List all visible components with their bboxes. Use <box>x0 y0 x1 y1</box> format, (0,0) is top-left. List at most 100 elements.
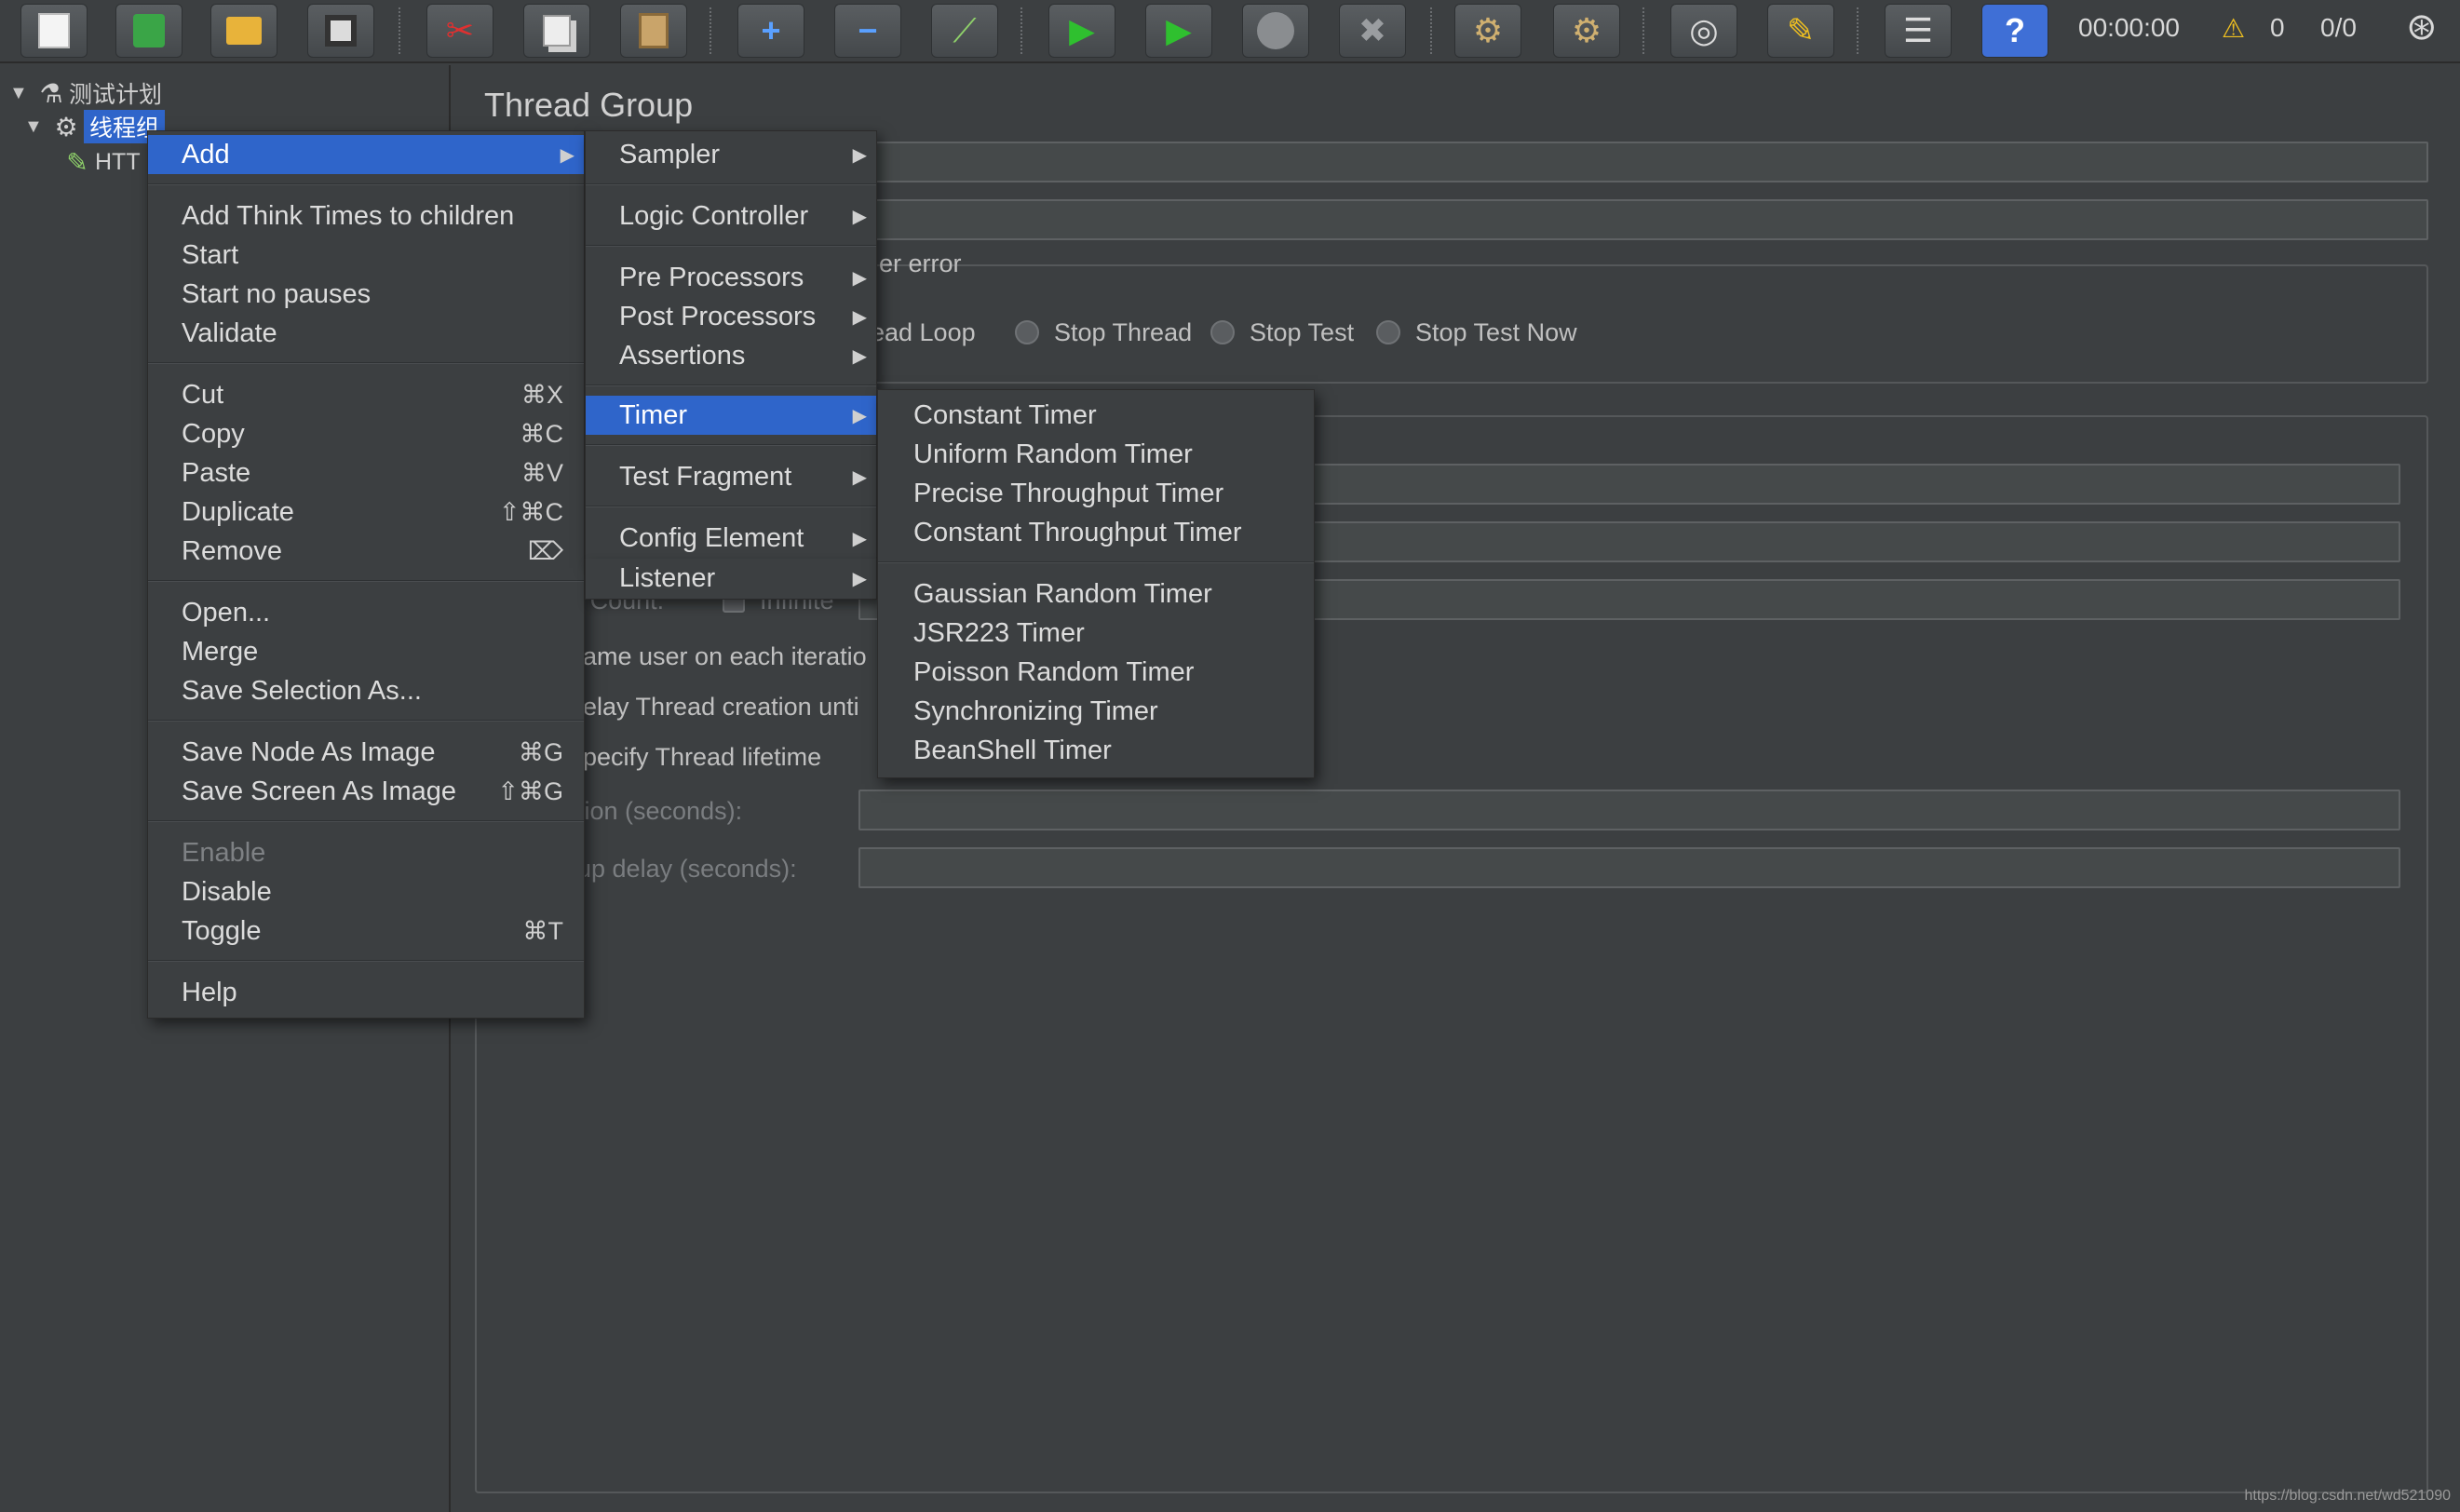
menu-item-timer[interactable]: Timer ▶ <box>586 396 876 435</box>
expand-icon[interactable]: + <box>737 4 804 58</box>
menu-item-add[interactable]: Add ▶ <box>148 135 584 174</box>
menu-item-save-node-image[interactable]: Save Node As Image ⌘G <box>148 733 584 772</box>
save-icon[interactable] <box>307 4 374 58</box>
toggle-icon[interactable]: ⟋ <box>931 4 998 58</box>
menu-item-config-element[interactable]: Config Element ▶ <box>586 519 876 558</box>
menu-item-label: Gaussian Random Timer <box>913 578 1212 609</box>
cut-icon[interactable]: ✂ <box>426 4 493 58</box>
menu-item-open[interactable]: Open... <box>148 593 584 632</box>
menu-item-uniform-random-timer[interactable]: Uniform Random Timer <box>878 435 1314 474</box>
clear-all-icon[interactable]: ⚙ <box>1553 4 1620 58</box>
menu-item-start-no-pauses[interactable]: Start no pauses <box>148 275 584 314</box>
warning-icon: ⚠ <box>2222 14 2246 43</box>
radio-stop-test[interactable] <box>1210 320 1235 344</box>
menu-item-constant-throughput-timer[interactable]: Constant Throughput Timer <box>878 513 1314 552</box>
tree-node-http-sampler[interactable]: ✎ HTT <box>60 145 140 179</box>
specify-lifetime-label: pecify Thread lifetime <box>583 743 822 771</box>
shortcut-label: ⇧⌘G <box>497 776 563 805</box>
menu-item-poisson-random-timer[interactable]: Poisson Random Timer <box>878 653 1314 692</box>
expand-toggle-icon[interactable]: ▼ <box>24 116 48 138</box>
menu-item-toggle[interactable]: Toggle ⌘T <box>148 911 584 951</box>
search-icon[interactable]: ◎ <box>1670 4 1737 58</box>
menu-item-gaussian-random-timer[interactable]: Gaussian Random Timer <box>878 574 1314 614</box>
stop-icon[interactable] <box>1242 4 1309 58</box>
error-count: 0 <box>2270 13 2285 42</box>
menu-separator <box>148 720 584 722</box>
menu-item-logic-controller[interactable]: Logic Controller ▶ <box>586 196 876 236</box>
help-icon[interactable]: ? <box>1981 4 2048 58</box>
startup-delay-field[interactable] <box>858 847 2400 888</box>
same-user-label: ame user on each iteratio <box>583 642 867 670</box>
shortcut-label: ⌘X <box>520 380 563 409</box>
reset-search-icon[interactable]: ✎ <box>1767 4 1834 58</box>
radio-stop-thread[interactable] <box>1015 320 1039 344</box>
test-plan-icon: ⚗ <box>39 78 63 108</box>
shortcut-label: ⇧⌘C <box>498 497 563 526</box>
startup-delay-label: up delay (seconds): <box>577 855 797 883</box>
menu-item-label: Cut <box>182 379 224 410</box>
menu-item-merge[interactable]: Merge <box>148 632 584 671</box>
menu-separator <box>586 183 876 185</box>
menu-item-paste[interactable]: Paste ⌘V <box>148 453 584 493</box>
submenu-arrow-icon: ▶ <box>852 306 867 328</box>
menu-separator <box>586 444 876 446</box>
shortcut-label: ⌘V <box>520 458 563 487</box>
submenu-arrow-icon: ▶ <box>852 267 867 289</box>
menu-item-disable[interactable]: Disable <box>148 872 584 911</box>
menu-item-help[interactable]: Help <box>148 973 584 1012</box>
menu-item-save-selection[interactable]: Save Selection As... <box>148 671 584 710</box>
clear-icon[interactable]: ⚙ <box>1454 4 1521 58</box>
copy-icon[interactable] <box>523 4 590 58</box>
collapse-icon[interactable]: − <box>834 4 901 58</box>
error-action-legend: er error <box>879 250 962 277</box>
tree-node-thread-group[interactable]: ▼ ⚙ 线程组 <box>24 110 166 143</box>
duration-field[interactable] <box>858 790 2400 830</box>
menu-item-label: Uniform Random Timer <box>913 439 1193 469</box>
templates-icon[interactable] <box>115 4 182 58</box>
menu-item-jsr223-timer[interactable]: JSR223 Timer <box>878 614 1314 653</box>
menu-item-listener[interactable]: Listener ▶ <box>586 559 876 598</box>
thread-group-gear-icon: ⚙ <box>54 112 78 142</box>
expand-toggle-icon[interactable]: ▼ <box>9 83 34 104</box>
submenu-arrow-icon: ▶ <box>852 206 867 227</box>
timer-submenu: Constant Timer Uniform Random Timer Prec… <box>877 389 1315 778</box>
menu-item-remove[interactable]: Remove ⌦ <box>148 532 584 571</box>
submenu-arrow-icon: ▶ <box>852 466 867 488</box>
menu-item-assertions[interactable]: Assertions ▶ <box>586 336 876 375</box>
menu-item-pre-processors[interactable]: Pre Processors ▶ <box>586 258 876 297</box>
start-icon[interactable]: ▶ <box>1048 4 1115 58</box>
menu-item-label: Test Fragment <box>619 461 792 492</box>
menu-item-label: Add Think Times to children <box>182 200 515 231</box>
menu-item-copy[interactable]: Copy ⌘C <box>148 414 584 453</box>
menu-item-precise-throughput-timer[interactable]: Precise Throughput Timer <box>878 474 1314 513</box>
paste-icon[interactable] <box>620 4 687 58</box>
menu-item-add-think-times[interactable]: Add Think Times to children <box>148 196 584 236</box>
menu-item-duplicate[interactable]: Duplicate ⇧⌘C <box>148 493 584 532</box>
submenu-arrow-icon: ▶ <box>560 144 574 166</box>
menu-item-start[interactable]: Start <box>148 236 584 275</box>
menu-item-sampler[interactable]: Sampler ▶ <box>586 135 876 174</box>
name-field[interactable] <box>868 142 2428 182</box>
toolbar-separator <box>1642 7 1644 54</box>
menu-item-label: Remove <box>182 535 282 566</box>
menu-item-cut[interactable]: Cut ⌘X <box>148 375 584 414</box>
toolbar-separator <box>1857 7 1859 54</box>
start-no-pauses-icon[interactable]: ▶ <box>1145 4 1212 58</box>
tree-node-test-plan[interactable]: ▼ ⚗ 测试计划 <box>9 76 162 110</box>
menu-item-synchronizing-timer[interactable]: Synchronizing Timer <box>878 692 1314 731</box>
menu-item-post-processors[interactable]: Post Processors ▶ <box>586 297 876 336</box>
menu-item-beanshell-timer[interactable]: BeanShell Timer <box>878 731 1314 770</box>
radio-stop-test-now[interactable] <box>1376 320 1400 344</box>
new-icon[interactable] <box>20 4 88 58</box>
menu-item-test-fragment[interactable]: Test Fragment ▶ <box>586 457 876 496</box>
function-helper-icon[interactable]: ☰ <box>1885 4 1952 58</box>
open-icon[interactable] <box>210 4 277 58</box>
menu-item-constant-timer[interactable]: Constant Timer <box>878 396 1314 435</box>
comments-field[interactable] <box>868 199 2428 240</box>
shutdown-icon[interactable]: ✖ <box>1339 4 1406 58</box>
menu-item-validate[interactable]: Validate <box>148 314 584 353</box>
duration-label: tion (seconds): <box>577 797 743 825</box>
menu-item-label: Listener <box>619 562 716 593</box>
toolbar-separator <box>1020 7 1022 54</box>
menu-item-save-screen-image[interactable]: Save Screen As Image ⇧⌘G <box>148 772 584 811</box>
